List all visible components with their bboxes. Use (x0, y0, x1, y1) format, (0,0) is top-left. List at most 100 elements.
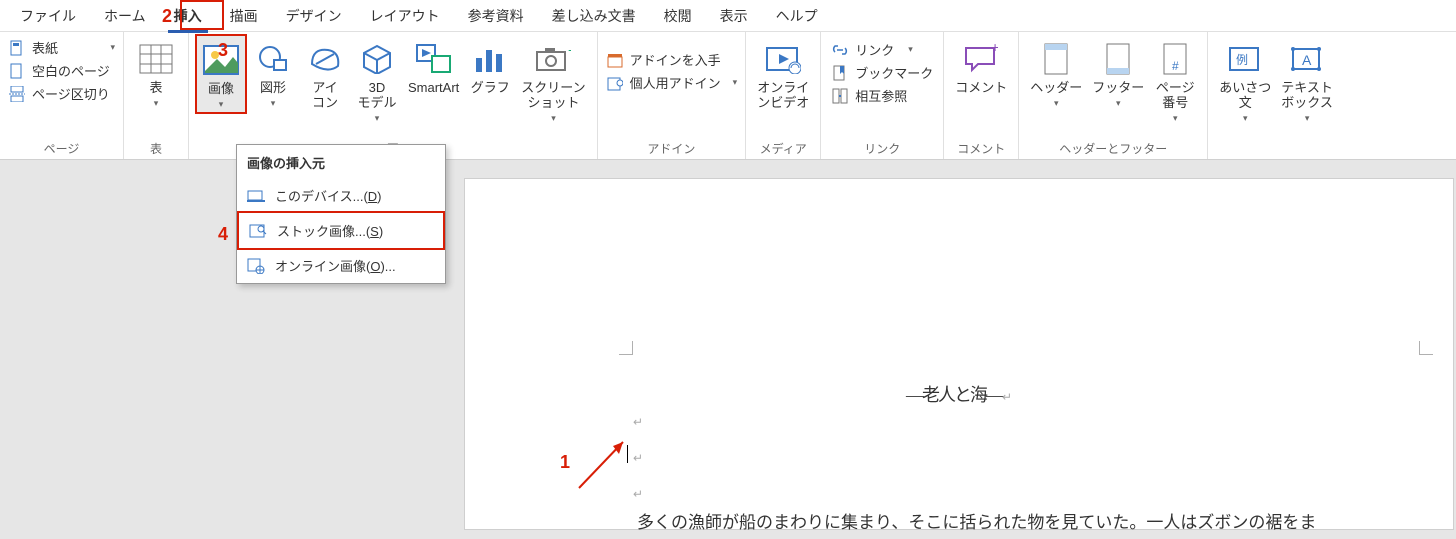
pictures-button[interactable]: 画像 ▾ (195, 34, 247, 114)
chevron-down-icon: ▾ (1305, 113, 1310, 124)
tab-draw[interactable]: 描画 (216, 0, 272, 32)
tab-layout[interactable]: レイアウト (356, 0, 454, 32)
bookmark-button[interactable]: ブックマーク (831, 63, 933, 82)
tab-file[interactable]: ファイル (6, 0, 90, 32)
tab-view[interactable]: 表示 (706, 0, 762, 32)
pictures-label: 画像 (208, 82, 234, 97)
from-this-device-label: このデバイス...(D) (275, 186, 382, 205)
from-this-device-item[interactable]: このデバイス...(D) (237, 178, 445, 213)
tab-design[interactable]: デザイン (272, 0, 356, 32)
footer-icon (1098, 39, 1138, 79)
table-icon (136, 39, 176, 79)
group-illustrations: 画像 ▾ 図形 ▾ アイ コン 3D モデル (189, 32, 598, 159)
paragraph-mark: ↵ (633, 415, 643, 429)
online-pictures-item[interactable]: オンライン画像(O)... (237, 248, 445, 283)
chevron-down-icon: ▾ (733, 77, 738, 88)
tab-mailings[interactable]: 差し込み文書 (538, 0, 650, 32)
cover-page-button[interactable]: 表紙 ▾ (8, 38, 115, 57)
crossref-icon (831, 87, 849, 105)
my-addins-button[interactable]: 個人用アドイン ▾ (606, 73, 738, 92)
puzzle-icon (606, 74, 624, 92)
chart-button[interactable]: グラフ (464, 34, 516, 99)
pictures-insert-from-menu: 画像の挿入元 このデバイス...(D) ストック画像...(S) オンライン画像… (236, 144, 446, 284)
page-number-label: ページ 番号 (1156, 81, 1195, 111)
group-tables: 表 ▾ 表 (124, 32, 189, 159)
crop-mark (1419, 341, 1433, 355)
blank-page-button[interactable]: 空白のページ (8, 61, 115, 80)
chart-label: グラフ (471, 81, 510, 96)
greeting-button[interactable]: 例 あいさつ 文 ▾ (1214, 34, 1276, 127)
page-break-icon (8, 85, 26, 103)
stock-images-label: ストック画像...(S) (277, 221, 383, 240)
document-page[interactable]: ―老人と海―↵ ↵ ↵ ↵ 多くの漁師が船のまわりに集まり、そこに括られた物を見… (464, 178, 1454, 530)
header-icon (1036, 39, 1076, 79)
document-title: ―老人と海―↵ (465, 381, 1453, 407)
group-text: 例 あいさつ 文 ▾ A テキスト ボックス ▾ (1208, 32, 1344, 159)
page-break-button[interactable]: ページ区切り (8, 84, 115, 103)
header-button[interactable]: ヘッダー ▾ (1025, 34, 1087, 112)
chevron-down-icon: ▾ (1116, 98, 1121, 109)
icons-icon (305, 39, 345, 79)
store-icon (606, 51, 624, 69)
footer-button[interactable]: フッター ▾ (1087, 34, 1149, 112)
stock-images-icon (249, 222, 267, 240)
bookmark-icon (831, 64, 849, 82)
bar-chart-icon (470, 39, 510, 79)
tab-insert[interactable]: 挿入 (160, 0, 216, 32)
group-media: オンライ ンビデオ メディア (746, 32, 821, 159)
3d-models-button[interactable]: 3D モデル ▾ (351, 34, 403, 127)
tab-home[interactable]: ホーム (90, 0, 160, 32)
tab-review[interactable]: 校閲 (650, 0, 706, 32)
dropdown-title: 画像の挿入元 (237, 145, 445, 178)
icons-label: アイ コン (312, 81, 338, 111)
stock-images-item[interactable]: ストック画像...(S) (237, 211, 445, 250)
text-cursor (627, 445, 628, 463)
screenshot-button[interactable]: + スクリーン ショット ▾ (516, 34, 590, 127)
shapes-label: 図形 (260, 81, 286, 96)
3d-models-label: 3D モデル (357, 81, 396, 111)
link-button[interactable]: リンク ▾ (831, 40, 933, 59)
group-pages-label: ページ (6, 138, 117, 159)
document-body-text: 多くの漁師が船のまわりに集まり、そこに括られた物を見ていた。一人はズボンの裾をま (637, 507, 1423, 539)
smartart-button[interactable]: SmartArt (403, 34, 464, 99)
page-break-label: ページ区切り (32, 84, 110, 103)
smartart-label: SmartArt (408, 81, 459, 96)
paragraph-mark: ↵ (633, 451, 643, 465)
chevron-down-icon: ▾ (154, 98, 159, 109)
get-addins-label: アドインを入手 (630, 50, 721, 69)
tab-help[interactable]: ヘルプ (762, 0, 832, 32)
table-button[interactable]: 表 ▾ (130, 34, 182, 112)
online-pictures-label: オンライン画像(O)... (275, 256, 396, 275)
shapes-button[interactable]: 図形 ▾ (247, 34, 299, 112)
page-number-button[interactable]: # ページ 番号 ▾ (1149, 34, 1201, 127)
svg-text:#: # (1172, 59, 1179, 73)
header-label: ヘッダー (1030, 81, 1082, 96)
chevron-down-icon: ▾ (1173, 113, 1178, 124)
svg-text:+: + (991, 44, 998, 55)
blank-page-icon (8, 62, 26, 80)
greeting-icon: 例 (1225, 39, 1265, 79)
tab-references[interactable]: 参考資料 (454, 0, 538, 32)
ribbon: 表紙 ▾ 空白のページ ページ区切り ページ (0, 32, 1456, 160)
device-icon (247, 187, 265, 205)
chevron-down-icon: ▾ (1054, 98, 1059, 109)
get-addins-button[interactable]: アドインを入手 (606, 50, 738, 69)
picture-icon (201, 40, 241, 80)
crossref-label: 相互参照 (855, 86, 907, 105)
online-video-button[interactable]: オンライ ンビデオ (752, 34, 814, 114)
video-icon (763, 39, 803, 79)
table-label: 表 (149, 81, 162, 96)
icons-button[interactable]: アイ コン (299, 34, 351, 114)
textbox-button[interactable]: A テキスト ボックス ▾ (1276, 34, 1338, 127)
svg-text:A: A (1302, 52, 1312, 68)
crossref-button[interactable]: 相互参照 (831, 86, 933, 105)
svg-text:例: 例 (1236, 53, 1248, 67)
group-addins: アドインを入手 個人用アドイン ▾ アドイン (598, 32, 747, 159)
greeting-label: あいさつ 文 (1219, 81, 1271, 111)
group-headerfooter-label: ヘッダーとフッター (1025, 138, 1201, 159)
bookmark-label: ブックマーク (855, 63, 933, 82)
comment-button[interactable]: + コメント (950, 34, 1012, 99)
online-video-label: オンライ ンビデオ (757, 81, 809, 111)
camera-icon: + (533, 39, 573, 79)
group-comments-label: コメント (950, 138, 1012, 159)
